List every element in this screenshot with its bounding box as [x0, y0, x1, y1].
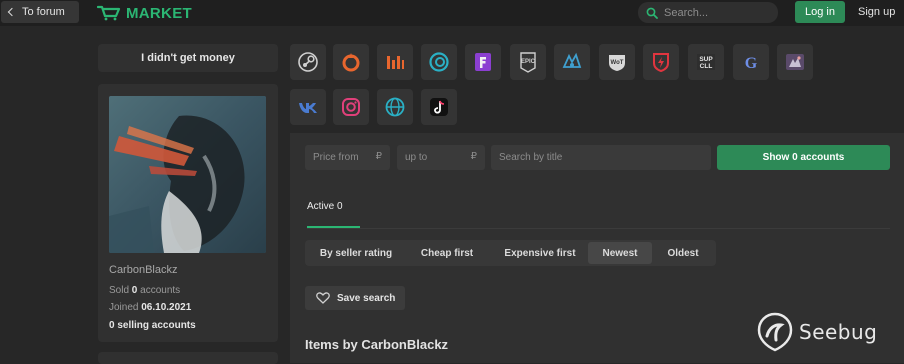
- avatar: [109, 96, 266, 253]
- sort-by-seller-rating[interactable]: By seller rating: [311, 240, 401, 266]
- origin-icon: [342, 53, 360, 72]
- world-of-tanks-icon: WoT: [609, 55, 625, 71]
- price-from-field[interactable]: Price from ₽: [305, 145, 390, 170]
- sort-options: By seller rating Cheap first Expensive f…: [305, 240, 716, 266]
- sidebar-title[interactable]: I didn't get money: [98, 44, 278, 72]
- game-uplay[interactable]: [421, 44, 457, 80]
- svg-text:WoT: WoT: [611, 60, 624, 66]
- back-to-forum-button[interactable]: To forum: [1, 1, 79, 23]
- social-proxy[interactable]: [377, 89, 413, 125]
- currency-symbol: ₽: [470, 151, 477, 162]
- game-fortnite[interactable]: [465, 44, 501, 80]
- search-icon: [646, 7, 658, 19]
- game-origin[interactable]: [333, 44, 369, 80]
- seebug-logo-icon: [757, 312, 793, 352]
- sold-stat: Sold 0 accounts: [109, 285, 180, 296]
- login-button[interactable]: Log in: [795, 1, 845, 23]
- cart-icon: [97, 5, 121, 21]
- signup-link[interactable]: Sign up: [858, 6, 895, 18]
- heart-icon: [316, 292, 330, 304]
- sort-expensive-first[interactable]: Expensive first: [491, 240, 589, 266]
- game-steam[interactable]: [290, 44, 326, 80]
- price-from-placeholder: Price from: [313, 152, 359, 163]
- selling-accounts[interactable]: 0 selling accounts: [109, 320, 196, 331]
- username[interactable]: CarbonBlackz: [109, 264, 177, 276]
- fortnite-icon: [475, 53, 491, 71]
- title-search-field[interactable]: Search by title: [491, 145, 711, 170]
- game-warface[interactable]: [643, 44, 679, 80]
- sold-suffix: accounts: [140, 285, 181, 296]
- game-genshin[interactable]: G: [733, 44, 769, 80]
- seebug-watermark: Seebug: [757, 312, 877, 352]
- escape-from-tarkov-icon: [562, 52, 582, 68]
- discord-icon: [786, 54, 804, 70]
- svg-text:EPIC: EPIC: [521, 59, 536, 65]
- social-tiktok[interactable]: [421, 89, 457, 125]
- social-instagram[interactable]: [333, 89, 369, 125]
- tabs-divider: [307, 228, 890, 229]
- top-bar: To forum MARKET Log in Sign up: [0, 0, 904, 26]
- sold-count: 0: [131, 285, 138, 296]
- currency-symbol: ₽: [375, 151, 382, 162]
- svg-text:SUP: SUP: [699, 56, 713, 63]
- joined-label: Joined: [109, 302, 139, 313]
- chevron-left-icon: [7, 7, 17, 17]
- game-epic[interactable]: EPIC: [510, 44, 546, 80]
- game-tarkov[interactable]: [554, 44, 590, 80]
- epic-games-icon: EPIC: [520, 52, 536, 73]
- sort-cheap-first[interactable]: Cheap first: [407, 240, 487, 266]
- title-search-placeholder: Search by title: [499, 152, 563, 163]
- game-supercell[interactable]: SUP CLL: [688, 44, 724, 80]
- game-battlenet[interactable]: [377, 44, 413, 80]
- save-search-label: Save search: [337, 292, 396, 304]
- sort-newest[interactable]: Newest: [588, 242, 652, 264]
- tiktok-icon: [430, 98, 448, 116]
- warface-icon: [653, 53, 669, 73]
- back-to-forum-label: To forum: [22, 6, 65, 18]
- joined-date: 06.10.2021: [141, 302, 192, 313]
- steam-icon: [298, 52, 318, 72]
- price-to-placeholder: up to: [405, 152, 428, 163]
- game-discord[interactable]: [777, 44, 813, 80]
- supercell-icon: SUPCLL: [697, 54, 715, 70]
- logo-text: MARKET: [126, 4, 192, 22]
- svg-text:G: G: [745, 55, 758, 72]
- watermark-text: Seebug: [799, 320, 878, 344]
- proxy-globe-icon: [385, 97, 405, 117]
- items-section-title: Items by CarbonBlackz: [305, 337, 449, 352]
- uplay-icon: [429, 52, 449, 72]
- sold-prefix: Sold: [109, 285, 130, 296]
- social-vk[interactable]: [290, 89, 326, 125]
- market-logo[interactable]: MARKET: [97, 3, 192, 23]
- price-to-field[interactable]: up to ₽: [397, 145, 485, 170]
- search-input[interactable]: [664, 6, 764, 19]
- battlenet-icon: [387, 56, 404, 69]
- show-accounts-button[interactable]: Show 0 accounts: [717, 145, 890, 170]
- instagram-icon: [342, 98, 360, 116]
- sidebar-secondary-card: [98, 352, 278, 364]
- save-search-button[interactable]: Save search: [305, 286, 405, 310]
- vk-icon: [299, 103, 317, 113]
- sort-oldest[interactable]: Oldest: [655, 240, 711, 266]
- tab-active[interactable]: Active 0: [307, 201, 343, 212]
- game-wot[interactable]: WoT: [599, 44, 635, 80]
- genshin-icon: G: [745, 55, 758, 72]
- joined-stat: Joined 06.10.2021: [109, 302, 191, 313]
- search-bar[interactable]: [638, 2, 778, 23]
- profile-card: CarbonBlackz Sold 0 accounts Joined 06.1…: [98, 84, 278, 342]
- svg-text:CLL: CLL: [700, 63, 713, 70]
